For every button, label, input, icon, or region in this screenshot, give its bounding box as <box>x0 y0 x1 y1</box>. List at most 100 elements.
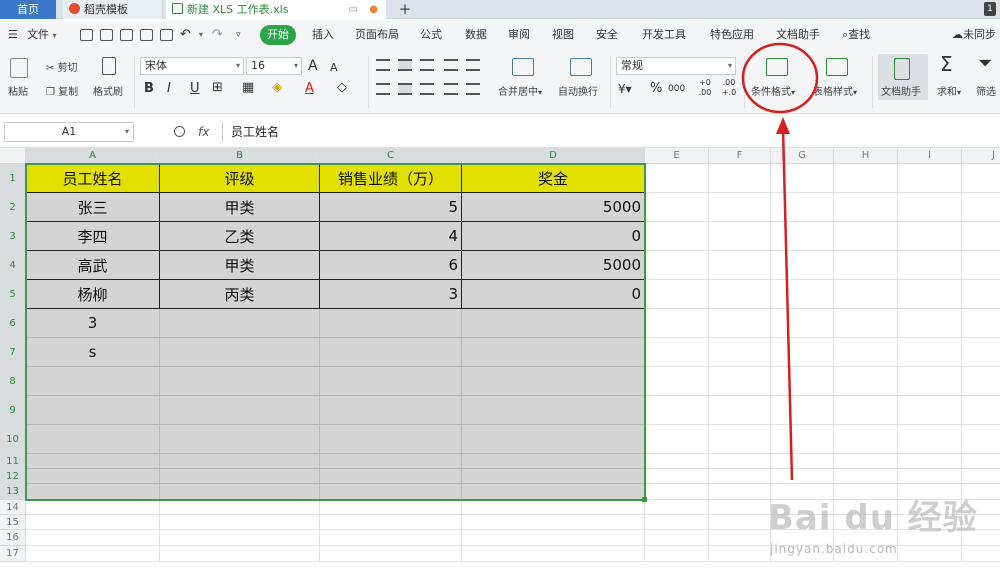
cell-c8[interactable] <box>320 367 462 396</box>
justify-icon[interactable] <box>444 83 458 95</box>
menu-doc-assistant[interactable]: 文档助手 <box>776 20 820 50</box>
save-icon[interactable] <box>100 29 113 41</box>
cell-f2[interactable] <box>709 193 771 222</box>
cell-c1[interactable]: 销售业绩（万） <box>320 164 462 193</box>
cell-h11[interactable] <box>834 454 898 469</box>
row-header-8[interactable]: 8 <box>0 367 26 396</box>
cell-e15[interactable] <box>645 515 709 530</box>
cell-d11[interactable] <box>462 454 645 469</box>
cell-f17[interactable] <box>709 546 771 562</box>
menu-file[interactable]: 文件 ▾ <box>27 20 57 50</box>
redo-icon[interactable]: ↷ <box>212 20 223 50</box>
align-center-icon[interactable] <box>398 83 412 95</box>
cell-b2[interactable]: 甲类 <box>160 193 320 222</box>
cell-a10[interactable] <box>26 425 160 454</box>
row-header-5[interactable]: 5 <box>0 280 26 309</box>
menu-security[interactable]: 安全 <box>596 20 618 50</box>
merge-center-icon[interactable] <box>512 58 534 76</box>
cell-j2[interactable] <box>962 193 1000 222</box>
indent-decrease-icon[interactable] <box>444 59 458 71</box>
paste-button[interactable]: 粘贴 <box>8 83 28 98</box>
cell-f16[interactable] <box>709 530 771 546</box>
cell-b10[interactable] <box>160 425 320 454</box>
print-preview-icon[interactable] <box>160 29 173 41</box>
font-size-select[interactable]: 16 ▾ <box>246 57 302 75</box>
cell-c15[interactable] <box>320 515 462 530</box>
cell-j1[interactable] <box>962 164 1000 193</box>
cell-e5[interactable] <box>645 280 709 309</box>
row-header-10[interactable]: 10 <box>0 425 26 454</box>
cell-c3[interactable]: 4 <box>320 222 462 251</box>
cell-f8[interactable] <box>709 367 771 396</box>
cell-d9[interactable] <box>462 396 645 425</box>
bold-button[interactable]: B <box>144 81 154 97</box>
cell-d17[interactable] <box>462 546 645 562</box>
cell-e9[interactable] <box>645 396 709 425</box>
new-tab-button[interactable]: + <box>395 0 415 19</box>
cell-b14[interactable] <box>160 500 320 515</box>
grow-font-button[interactable]: A <box>308 58 318 74</box>
merge-center-button[interactable]: 合并居中▾ <box>498 83 542 98</box>
copy-button[interactable]: ❐ 复制 <box>46 83 78 98</box>
cell-g5[interactable] <box>771 280 834 309</box>
font-name-select[interactable]: 宋体 ▾ <box>140 57 244 75</box>
cell-f4[interactable] <box>709 251 771 280</box>
column-header-j[interactable]: J <box>962 148 1000 164</box>
cell-f3[interactable] <box>709 222 771 251</box>
cell-b15[interactable] <box>160 515 320 530</box>
cell-d14[interactable] <box>462 500 645 515</box>
row-header-2[interactable]: 2 <box>0 193 26 222</box>
menu-special[interactable]: 特色应用 <box>710 20 754 50</box>
formula-input[interactable]: 员工姓名 <box>222 122 1000 142</box>
zoom-icon[interactable] <box>174 126 185 137</box>
row-header-13[interactable]: 13 <box>0 484 26 500</box>
cell-f9[interactable] <box>709 396 771 425</box>
cell-h4[interactable] <box>834 251 898 280</box>
tab-home[interactable]: 首页 <box>0 0 56 19</box>
cell-g6[interactable] <box>771 309 834 338</box>
cell-f13[interactable] <box>709 484 771 500</box>
cell-e14[interactable] <box>645 500 709 515</box>
cell-i2[interactable] <box>898 193 962 222</box>
cell-i8[interactable] <box>898 367 962 396</box>
cell-i4[interactable] <box>898 251 962 280</box>
hamburger-menu-icon[interactable]: ☰ <box>8 20 18 50</box>
cell-e16[interactable] <box>645 530 709 546</box>
cell-c17[interactable] <box>320 546 462 562</box>
cell-a13[interactable] <box>26 484 160 500</box>
cell-e6[interactable] <box>645 309 709 338</box>
cell-e3[interactable] <box>645 222 709 251</box>
cell-e13[interactable] <box>645 484 709 500</box>
row-header-3[interactable]: 3 <box>0 222 26 251</box>
select-all-corner[interactable] <box>0 148 26 164</box>
row-header-9[interactable]: 9 <box>0 396 26 425</box>
menu-review[interactable]: 审阅 <box>508 20 530 50</box>
cell-d2[interactable]: 5000 <box>462 193 645 222</box>
cell-b12[interactable] <box>160 469 320 484</box>
row-header-12[interactable]: 12 <box>0 469 26 484</box>
doc-helper-button[interactable]: 文档助手 <box>878 54 928 100</box>
cell-h10[interactable] <box>834 425 898 454</box>
decrease-decimal-button[interactable]: .00 +.0 <box>720 78 738 98</box>
conditional-format-button[interactable]: 条件格式▾ <box>751 83 795 98</box>
cell-style-icon[interactable]: ▦ <box>242 80 254 96</box>
cell-i10[interactable] <box>898 425 962 454</box>
table-style-icon[interactable] <box>826 58 848 76</box>
menu-start[interactable]: 开始 <box>260 25 296 45</box>
wrap-text-button[interactable]: 自动换行 <box>558 83 598 98</box>
cell-c7[interactable] <box>320 338 462 367</box>
number-format-select[interactable]: 常规 ▾ <box>616 57 736 75</box>
cell-c11[interactable] <box>320 454 462 469</box>
cell-e2[interactable] <box>645 193 709 222</box>
cell-f14[interactable] <box>709 500 771 515</box>
align-top-icon[interactable] <box>376 59 390 71</box>
row-header-15[interactable]: 15 <box>0 515 26 530</box>
cell-g8[interactable] <box>771 367 834 396</box>
cell-e4[interactable] <box>645 251 709 280</box>
cell-f5[interactable] <box>709 280 771 309</box>
underline-button[interactable]: U <box>190 81 200 97</box>
cell-g3[interactable] <box>771 222 834 251</box>
cell-b11[interactable] <box>160 454 320 469</box>
cell-e1[interactable] <box>645 164 709 193</box>
cell-a11[interactable] <box>26 454 160 469</box>
